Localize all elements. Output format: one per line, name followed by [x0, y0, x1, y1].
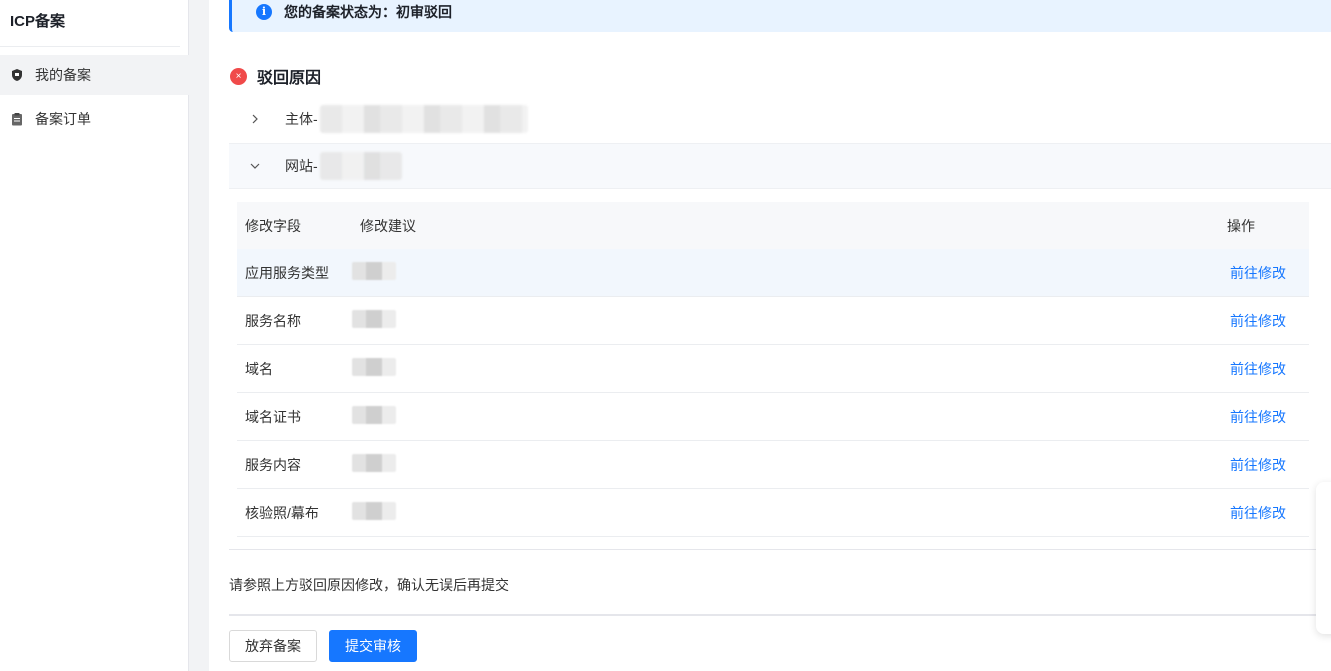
header-field: 修改字段: [245, 217, 301, 234]
suggestion-cell: [352, 406, 1227, 427]
suggestion-cell: [352, 502, 1227, 523]
field-name: 域名证书: [245, 408, 301, 425]
field-name: 域名: [245, 360, 273, 377]
table-row: 应用服务类型 前往修改: [237, 249, 1309, 297]
status-text: 您的备案状态为：初审驳回: [284, 4, 452, 20]
field-name: 服务名称: [245, 312, 301, 329]
rejection-table: 修改字段 修改建议 操作 应用服务类型 前往修改 服务名称 前往修改 域名 前往…: [237, 202, 1309, 537]
collapse-label: 主体-: [285, 111, 318, 127]
field-name: 应用服务类型: [245, 264, 329, 281]
main-content: i 您的备案状态为：初审驳回 × 驳回原因 主体- 网站- 修改字段 修改建议 …: [209, 0, 1331, 671]
table-row: 服务内容 前往修改: [237, 441, 1309, 489]
rejection-reason-title: 驳回原因: [257, 70, 322, 87]
chevron-down-icon: [249, 160, 261, 172]
redacted-content: [352, 310, 396, 328]
redacted-content: [352, 262, 396, 280]
collapse-website[interactable]: 网站-: [229, 143, 1331, 189]
sidebar-item-label: 我的备案: [35, 67, 91, 83]
header-action: 操作: [1227, 217, 1255, 234]
redacted-content: [319, 152, 402, 180]
shield-icon: [10, 68, 24, 82]
field-name: 核验照/幕布: [245, 504, 319, 521]
redacted-content: [319, 105, 528, 133]
status-alert: i 您的备案状态为：初审驳回: [229, 0, 1331, 32]
go-modify-link[interactable]: 前往修改: [1227, 263, 1309, 283]
redacted-content: [352, 358, 396, 376]
sidebar-item-my-filing[interactable]: 我的备案: [0, 55, 189, 95]
submit-review-button[interactable]: 提交审核: [329, 630, 417, 662]
error-x-icon: ×: [230, 67, 247, 85]
go-modify-link[interactable]: 前往修改: [1227, 359, 1309, 379]
redacted-content: [352, 502, 396, 520]
rejection-reason-header: × 驳回原因: [230, 64, 321, 88]
header-suggestion: 修改建议: [360, 217, 416, 234]
redacted-content: [352, 406, 396, 424]
table-row: 服务名称 前往修改: [237, 297, 1309, 345]
collapse-entity[interactable]: 主体-: [229, 96, 1331, 142]
suggestion-cell: [352, 262, 1227, 283]
clipboard-icon: [10, 112, 24, 126]
table-row: 核验照/幕布 前往修改: [237, 489, 1309, 537]
sidebar: ICP备案 我的备案 备案订单: [0, 0, 189, 671]
floating-help-widget[interactable]: [1316, 482, 1331, 634]
suggestion-cell: [352, 358, 1227, 379]
go-modify-link[interactable]: 前往修改: [1227, 407, 1309, 427]
info-icon: i: [256, 4, 272, 20]
abandon-filing-button[interactable]: 放弃备案: [229, 630, 317, 662]
field-name: 服务内容: [245, 456, 301, 473]
submit-hint: 请参照上方驳回原因修改，确认无误后再提交: [229, 577, 509, 593]
table-row: 域名证书 前往修改: [237, 393, 1309, 441]
go-modify-link[interactable]: 前往修改: [1227, 503, 1309, 523]
chevron-right-icon: [249, 113, 261, 125]
collapse-label: 网站-: [285, 158, 318, 174]
go-modify-link[interactable]: 前往修改: [1227, 455, 1309, 475]
table-header: 修改字段 修改建议 操作: [237, 202, 1309, 249]
sidebar-item-filing-orders[interactable]: 备案订单: [0, 99, 189, 139]
suggestion-cell: [352, 454, 1227, 475]
divider: [229, 549, 1331, 550]
divider: [229, 614, 1331, 616]
sidebar-item-label: 备案订单: [35, 111, 91, 127]
app-title: ICP备案: [0, 0, 180, 47]
table-row: 域名 前往修改: [237, 345, 1309, 393]
go-modify-link[interactable]: 前往修改: [1227, 311, 1309, 331]
suggestion-cell: [352, 310, 1227, 331]
redacted-content: [352, 454, 396, 472]
